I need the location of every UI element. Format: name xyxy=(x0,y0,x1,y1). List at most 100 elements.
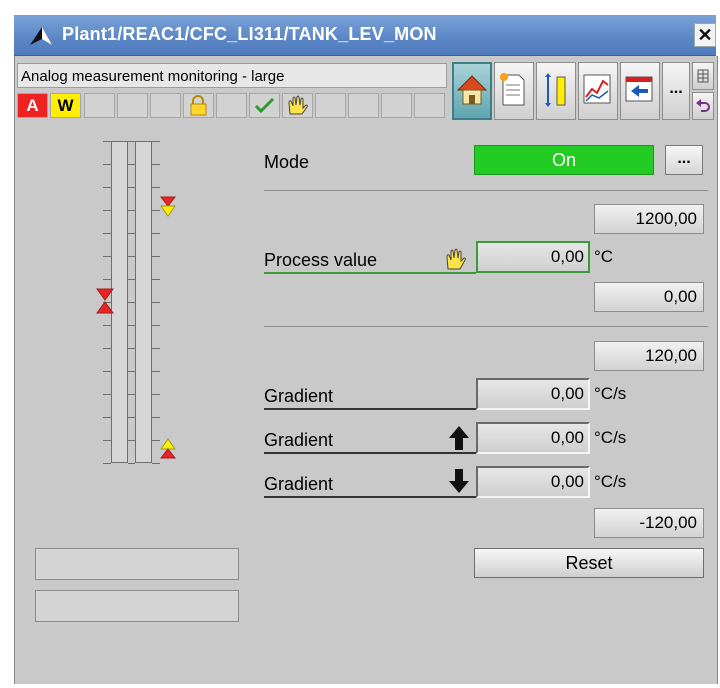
scale-tick xyxy=(128,302,135,303)
scale-tick xyxy=(128,440,135,441)
hand-status xyxy=(282,93,313,118)
status-cell xyxy=(117,93,148,118)
scale-tick xyxy=(152,302,160,303)
more-views-button[interactable]: ... xyxy=(662,62,690,120)
grid-icon xyxy=(697,69,709,83)
scale-tick xyxy=(128,164,135,165)
process-value-underline xyxy=(264,272,476,274)
warning-badge: W xyxy=(50,93,81,118)
scale-tick xyxy=(152,164,160,165)
checkmark-icon xyxy=(254,97,275,114)
faceplate-switch-button[interactable] xyxy=(620,62,660,120)
process-value-unit: °C xyxy=(594,247,614,266)
scale-tick xyxy=(152,325,160,326)
scale-tick xyxy=(128,187,135,188)
gradient-down-field[interactable]: 0,00 xyxy=(476,466,590,498)
reset-button[interactable]: Reset xyxy=(474,548,704,578)
scale-tick xyxy=(103,325,111,326)
scale-tick xyxy=(103,187,111,188)
scale-tick xyxy=(103,256,111,257)
process-value-field[interactable]: 0,00 xyxy=(476,241,590,273)
gradient-unit: °C/s xyxy=(594,384,627,403)
scale-tick xyxy=(152,463,160,464)
scale-tick xyxy=(128,256,135,257)
scale-tick xyxy=(128,279,135,280)
scale-tick xyxy=(103,463,111,464)
scale-tick xyxy=(152,256,160,257)
divider xyxy=(264,326,708,327)
mode-settings-button[interactable]: ... xyxy=(665,145,703,175)
scale-tick xyxy=(128,463,135,464)
document-icon xyxy=(500,73,525,106)
scale-tick xyxy=(103,164,111,165)
scale-tick xyxy=(128,371,135,372)
close-button[interactable]: ✕ xyxy=(694,23,716,47)
info-field xyxy=(35,590,239,622)
scale-tick xyxy=(128,325,135,326)
title-bar[interactable]: Plant1/REAC1/CFC_LI311/TANK_LEV_MON ✕ xyxy=(14,15,716,56)
window-switch-icon xyxy=(625,76,653,102)
status-cell xyxy=(381,93,412,118)
hand-icon xyxy=(446,248,466,270)
undo-icon xyxy=(696,99,710,112)
gradient-up-unit: °C/s xyxy=(594,428,627,447)
message-view-button[interactable] xyxy=(494,62,534,120)
scale-tick xyxy=(128,394,135,395)
process-value-label: Process value xyxy=(264,250,378,270)
alarm-badge: A xyxy=(17,93,48,118)
scale-tick xyxy=(103,440,111,441)
scale-tick xyxy=(128,417,135,418)
scale-tick xyxy=(128,141,135,142)
hand-icon xyxy=(288,95,308,115)
gradient-up-underline xyxy=(264,452,476,454)
gradient-bar xyxy=(135,141,152,463)
pin-button[interactable] xyxy=(692,62,714,90)
high-limit-marker xyxy=(159,196,177,217)
description-field: Analog measurement monitoring - large xyxy=(17,63,447,88)
arrow-down-icon xyxy=(449,469,469,493)
scale-tick xyxy=(103,417,111,418)
limit-view-button[interactable] xyxy=(536,62,576,120)
scale-tick xyxy=(128,210,135,211)
lock-status xyxy=(183,93,214,118)
scale-tick xyxy=(152,371,160,372)
scale-tick xyxy=(152,394,160,395)
mode-status: On xyxy=(474,145,654,175)
status-cell xyxy=(315,93,346,118)
status-cell xyxy=(216,93,247,118)
scale-tick xyxy=(152,141,160,142)
trend-view-button[interactable] xyxy=(578,62,618,120)
mode-label: Mode xyxy=(264,152,310,172)
app-icon xyxy=(30,27,52,45)
scale-tick xyxy=(103,279,111,280)
gradient-high-scale: 120,00 xyxy=(594,341,704,371)
padlock-icon xyxy=(190,95,207,116)
status-cell xyxy=(348,93,379,118)
process-value-marker xyxy=(96,288,114,314)
gradient-up-field[interactable]: 0,00 xyxy=(476,422,590,454)
trend-icon xyxy=(583,74,611,104)
status-cell xyxy=(84,93,115,118)
scale-tick xyxy=(152,348,160,349)
scale-tick xyxy=(152,417,160,418)
gradient-field[interactable]: 0,00 xyxy=(476,378,590,410)
info-field xyxy=(35,548,239,580)
scale-tick xyxy=(152,187,160,188)
scale-tick xyxy=(128,348,135,349)
status-cell xyxy=(414,93,445,118)
gradient-down-unit: °C/s xyxy=(594,472,627,491)
low-limit-marker xyxy=(159,438,177,459)
scale-tick xyxy=(152,279,160,280)
window-title: Plant1/REAC1/CFC_LI311/TANK_LEV_MON xyxy=(62,24,437,44)
gradient-low-scale: -120,00 xyxy=(594,508,704,538)
gradient-down-underline xyxy=(264,496,476,498)
scale-tick xyxy=(103,233,111,234)
back-button[interactable] xyxy=(692,92,714,120)
standard-view-button[interactable] xyxy=(452,62,492,120)
release-status xyxy=(249,93,280,118)
scale-tick xyxy=(103,210,111,211)
limit-bar-icon xyxy=(545,73,566,107)
divider xyxy=(264,190,708,191)
side-buttons xyxy=(692,62,714,120)
status-cell xyxy=(150,93,181,118)
